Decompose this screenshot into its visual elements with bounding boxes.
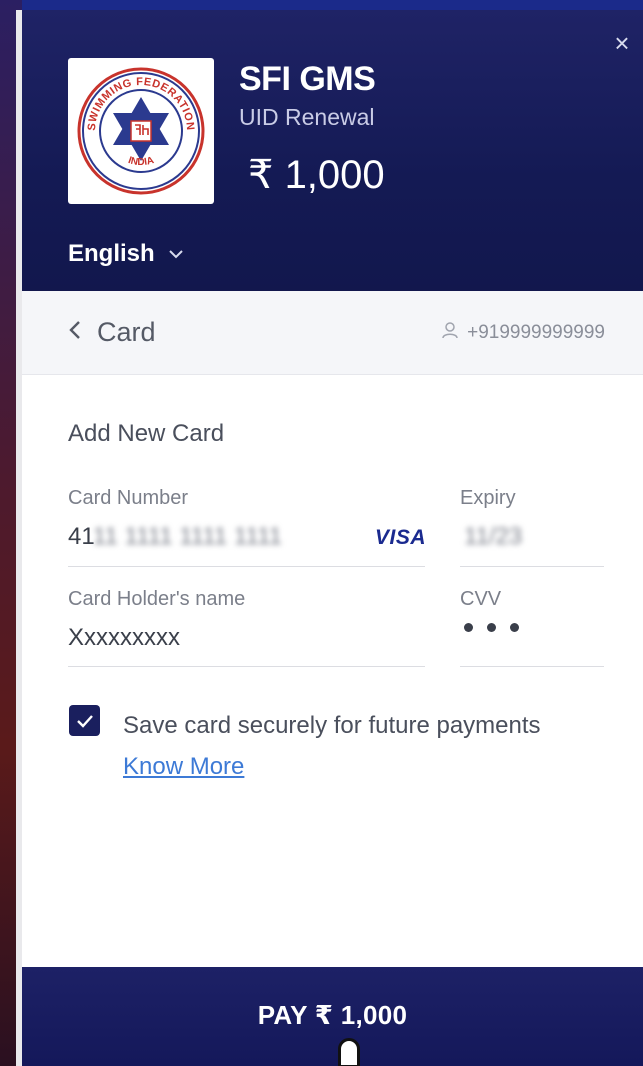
card-holder-underline: [68, 666, 425, 667]
chevron-down-icon: [168, 246, 183, 264]
cvv-input[interactable]: [464, 623, 519, 632]
pay-button-label: PAY ₹ 1,000: [257, 1000, 408, 1030]
section-title: Add New Card: [68, 420, 225, 447]
cvv-dot: [487, 623, 496, 632]
close-button[interactable]: ×: [607, 28, 637, 58]
language-selector[interactable]: English: [68, 240, 183, 268]
cvv-dot: [510, 623, 519, 632]
expiry-underline: [460, 566, 604, 567]
card-number-underline: [68, 566, 425, 567]
mouse-cursor-icon: [338, 1038, 360, 1066]
payment-modal: × SWIMMING FEDERATION INDIA SFI GMS UID …: [16, 10, 643, 1066]
card-number-masked: 11 1111 1111 1111: [92, 523, 282, 550]
expiry-label: Expiry: [460, 487, 516, 509]
checkmark-icon: [76, 714, 93, 728]
pay-button[interactable]: PAY ₹ 1,000: [22, 967, 643, 1066]
svg-text:INDIA: INDIA: [127, 155, 156, 168]
payment-method-bar: Card +919999999999: [22, 291, 643, 375]
know-more-link[interactable]: Know More: [123, 753, 244, 781]
cvv-dot: [464, 623, 473, 632]
method-title: Card: [97, 317, 156, 347]
save-card-text: Save card securely for future payments: [123, 712, 541, 739]
merchant-name: SFI GMS: [239, 60, 376, 98]
card-holder-input[interactable]: Xxxxxxxxx: [68, 624, 180, 652]
order-amount: ₹ 1,000: [248, 153, 385, 197]
visa-icon: VISA: [375, 526, 427, 549]
save-card-checkbox[interactable]: [69, 705, 100, 736]
cvv-underline: [460, 666, 604, 667]
expiry-input[interactable]: 11/23: [464, 523, 522, 551]
card-number-label: Card Number: [68, 487, 189, 509]
merchant-description: UID Renewal: [239, 104, 375, 130]
language-label: English: [68, 240, 155, 267]
user-icon: [441, 321, 459, 344]
merchant-logo: SWIMMING FEDERATION INDIA: [68, 58, 214, 204]
card-number-prefix: 41: [68, 523, 93, 550]
cvv-label: CVV: [460, 588, 502, 610]
card-number-input[interactable]: 4111 1111 1111 1111: [68, 523, 282, 551]
contact-phone: +919999999999: [467, 321, 605, 343]
swimming-federation-logo-icon: SWIMMING FEDERATION INDIA: [77, 67, 205, 195]
card-holder-label: Card Holder's name: [68, 588, 246, 610]
contact-info[interactable]: +919999999999: [441, 321, 605, 344]
back-chevron-icon[interactable]: [68, 317, 82, 348]
checkout-header: × SWIMMING FEDERATION INDIA SFI GMS UID …: [22, 10, 643, 291]
